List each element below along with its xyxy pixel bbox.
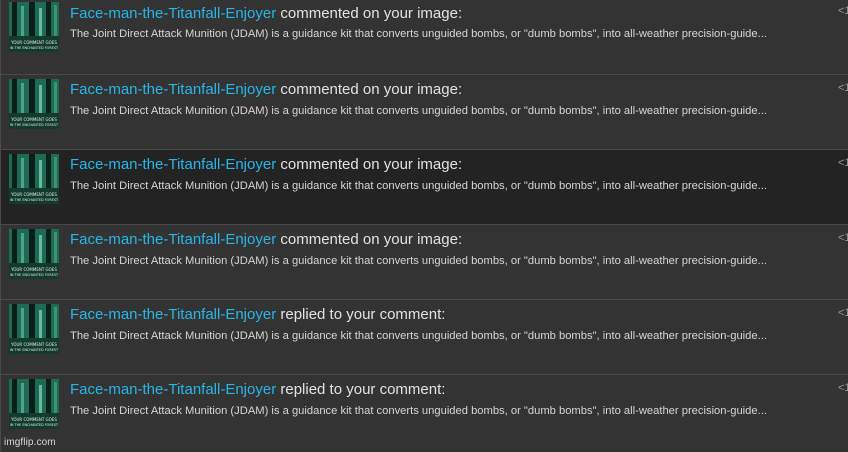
imgflip-watermark: imgflip.com — [4, 437, 56, 448]
avatar[interactable]: YOUR COMMENT GOES IN THE ENCHANTED FORES… — [9, 379, 59, 429]
avatar-caption-top: YOUR COMMENT GOES — [10, 117, 57, 122]
avatar-caption-bottom: IN THE ENCHANTED FOREST — [10, 423, 59, 427]
avatar[interactable]: YOUR COMMENT GOES IN THE ENCHANTED FORES… — [9, 79, 59, 129]
comment-excerpt: The Joint Direct Attack Munition (JDAM) … — [70, 405, 767, 417]
notification-item[interactable]: YOUR COMMENT GOES IN THE ENCHANTED FORES… — [0, 300, 848, 375]
avatar-caption-top: YOUR COMMENT GOES — [10, 192, 57, 197]
notification-item[interactable]: YOUR COMMENT GOES IN THE ENCHANTED FORES… — [0, 150, 848, 225]
username-link[interactable]: Face-man-the-Titanfall-Enjoyer — [70, 81, 276, 98]
avatar[interactable]: YOUR COMMENT GOES IN THE ENCHANTED FORES… — [9, 2, 59, 52]
comment-excerpt: The Joint Direct Attack Munition (JDAM) … — [70, 28, 767, 40]
forest-avatar-image: YOUR COMMENT GOES IN THE ENCHANTED FORES… — [9, 79, 59, 129]
notification-item[interactable]: YOUR COMMENT GOES IN THE ENCHANTED FORES… — [0, 375, 848, 452]
avatar[interactable]: YOUR COMMENT GOES IN THE ENCHANTED FORES… — [9, 304, 59, 354]
avatar-caption-bottom: IN THE ENCHANTED FOREST — [10, 348, 59, 352]
notification-time: <1 — [838, 232, 848, 244]
avatar-caption-top: YOUR COMMENT GOES — [10, 417, 57, 422]
avatar-caption-bottom: IN THE ENCHANTED FOREST — [10, 123, 59, 127]
avatar[interactable]: YOUR COMMENT GOES IN THE ENCHANTED FORES… — [9, 154, 59, 204]
notification-item[interactable]: YOUR COMMENT GOES IN THE ENCHANTED FORES… — [0, 75, 848, 150]
avatar-caption-bottom: IN THE ENCHANTED FOREST — [10, 273, 59, 277]
notification-action: commented on your image: — [280, 156, 463, 173]
notification-action: replied to your comment: — [280, 381, 446, 398]
notification-action: replied to your comment: — [280, 306, 446, 323]
notification-time: <1 — [838, 307, 848, 319]
notification-heading: Face-man-the-Titanfall-Enjoyer replied t… — [70, 381, 445, 398]
notification-time: <1 — [838, 82, 848, 94]
username-link[interactable]: Face-man-the-Titanfall-Enjoyer — [70, 381, 276, 398]
avatar-caption-bottom: IN THE ENCHANTED FOREST — [10, 46, 59, 50]
notification-action: commented on your image: — [280, 81, 463, 98]
username-link[interactable]: Face-man-the-Titanfall-Enjoyer — [70, 231, 276, 248]
comment-excerpt: The Joint Direct Attack Munition (JDAM) … — [70, 105, 767, 117]
username-link[interactable]: Face-man-the-Titanfall-Enjoyer — [70, 156, 276, 173]
notification-feed: YOUR COMMENT GOES IN THE ENCHANTED FORES… — [0, 0, 848, 452]
notification-heading: Face-man-the-Titanfall-Enjoyer commented… — [70, 81, 462, 98]
notification-heading: Face-man-the-Titanfall-Enjoyer replied t… — [70, 306, 445, 323]
forest-avatar-image: YOUR COMMENT GOES IN THE ENCHANTED FORES… — [9, 2, 59, 52]
forest-avatar-image: YOUR COMMENT GOES IN THE ENCHANTED FORES… — [9, 154, 59, 204]
avatar[interactable]: YOUR COMMENT GOES IN THE ENCHANTED FORES… — [9, 229, 59, 279]
notification-action: commented on your image: — [280, 5, 463, 22]
notification-time: <1 — [838, 382, 848, 394]
forest-avatar-image: YOUR COMMENT GOES IN THE ENCHANTED FORES… — [9, 304, 59, 354]
notification-time: <1 — [838, 157, 848, 169]
avatar-caption-top: YOUR COMMENT GOES — [10, 342, 57, 347]
notification-action: commented on your image: — [280, 231, 463, 248]
notification-heading: Face-man-the-Titanfall-Enjoyer commented… — [70, 156, 462, 173]
avatar-caption-bottom: IN THE ENCHANTED FOREST — [10, 198, 59, 202]
forest-avatar-image: YOUR COMMENT GOES IN THE ENCHANTED FORES… — [9, 229, 59, 279]
username-link[interactable]: Face-man-the-Titanfall-Enjoyer — [70, 5, 276, 22]
notification-time: <1 — [838, 5, 848, 17]
notification-item[interactable]: YOUR COMMENT GOES IN THE ENCHANTED FORES… — [0, 0, 848, 75]
comment-excerpt: The Joint Direct Attack Munition (JDAM) … — [70, 180, 767, 192]
notification-heading: Face-man-the-Titanfall-Enjoyer commented… — [70, 231, 462, 248]
comment-excerpt: The Joint Direct Attack Munition (JDAM) … — [70, 330, 767, 342]
comment-excerpt: The Joint Direct Attack Munition (JDAM) … — [70, 255, 767, 267]
notification-heading: Face-man-the-Titanfall-Enjoyer commented… — [70, 5, 462, 22]
avatar-caption-top: YOUR COMMENT GOES — [10, 267, 57, 272]
avatar-caption-top: YOUR COMMENT GOES — [10, 40, 57, 45]
forest-avatar-image: YOUR COMMENT GOES IN THE ENCHANTED FORES… — [9, 379, 59, 429]
username-link[interactable]: Face-man-the-Titanfall-Enjoyer — [70, 306, 276, 323]
notification-item[interactable]: YOUR COMMENT GOES IN THE ENCHANTED FORES… — [0, 225, 848, 300]
